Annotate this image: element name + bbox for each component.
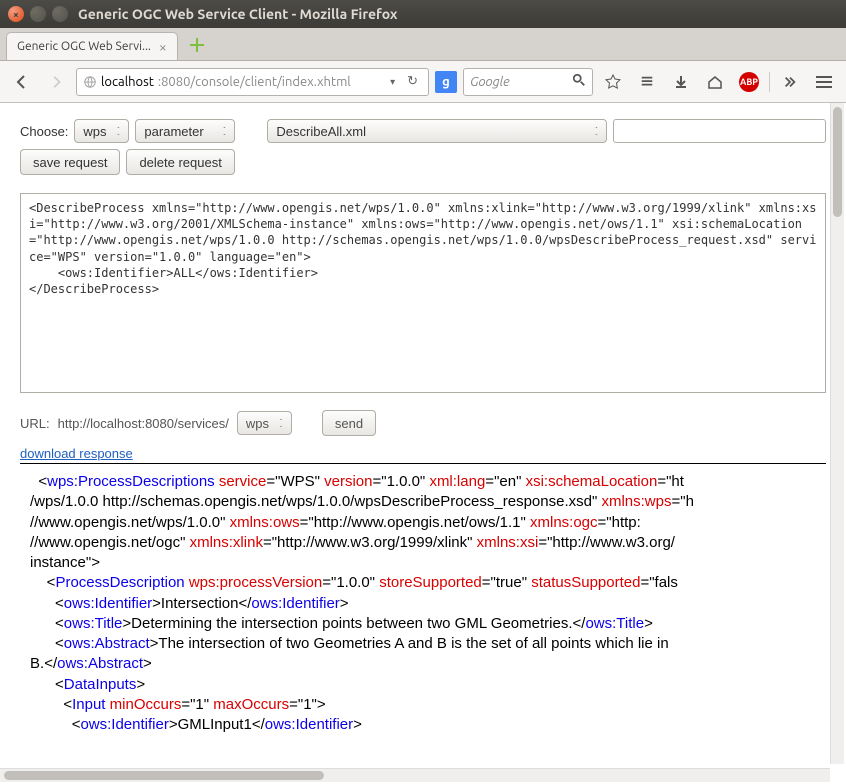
type-select[interactable]: parameter	[135, 119, 235, 143]
window-titlebar: × Generic OGC Web Service Client - Mozil…	[0, 0, 846, 28]
endpoint-select[interactable]: wps	[237, 411, 292, 435]
search-placeholder: Google	[470, 75, 510, 89]
browser-tab[interactable]: Generic OGC Web Servi... ×	[6, 32, 178, 60]
delete-request-button[interactable]: delete request	[126, 149, 234, 175]
arrow-left-icon	[14, 74, 30, 90]
url-dropdown-icon[interactable]: ▾	[386, 76, 399, 88]
url-host: localhost	[101, 75, 154, 89]
browser-navbar: localhost :8080/console/client/index.xhtm…	[0, 61, 846, 103]
globe-icon	[83, 75, 97, 89]
extra-input[interactable]	[613, 119, 826, 143]
tab-title: Generic OGC Web Servi...	[17, 40, 151, 53]
browser-tabbar: Generic OGC Web Servi... ×	[0, 28, 846, 61]
url-path: :8080/console/client/index.xhtml	[158, 75, 351, 89]
window-maximize-button[interactable]	[52, 6, 68, 22]
window-close-button[interactable]: ×	[8, 6, 24, 22]
download-response-link[interactable]: download response	[20, 446, 133, 461]
overflow-button[interactable]	[776, 68, 804, 96]
new-tab-button[interactable]	[186, 34, 208, 56]
vertical-scrollbar[interactable]	[830, 103, 844, 764]
back-button[interactable]	[8, 68, 36, 96]
star-icon	[605, 74, 621, 90]
reader-button[interactable]	[633, 68, 661, 96]
service-select[interactable]: wps	[74, 119, 129, 143]
page-content: Choose: wps parameter DescribeAll.xml sa…	[0, 103, 846, 784]
save-request-button[interactable]: save request	[20, 149, 120, 175]
arrow-right-icon	[49, 75, 63, 89]
vertical-scroll-thumb[interactable]	[833, 107, 842, 217]
menu-button[interactable]	[810, 68, 838, 96]
tab-close-icon[interactable]: ×	[159, 39, 167, 55]
adblock-button[interactable]: ABP	[735, 68, 763, 96]
plus-icon	[190, 38, 204, 52]
send-button[interactable]: send	[322, 410, 376, 436]
home-icon	[707, 74, 723, 90]
window-minimize-button[interactable]	[30, 6, 46, 22]
download-icon	[673, 74, 689, 90]
list-icon	[640, 75, 654, 89]
choose-label: Choose:	[20, 124, 68, 139]
search-engine-icon[interactable]: g	[435, 71, 457, 93]
file-select[interactable]: DescribeAll.xml	[267, 119, 607, 143]
search-box[interactable]: Google	[463, 68, 593, 96]
url-value: http://localhost:8080/services/	[58, 416, 229, 431]
home-button[interactable]	[701, 68, 729, 96]
hamburger-icon	[812, 72, 836, 92]
horizontal-scroll-thumb[interactable]	[4, 771, 324, 780]
search-icon[interactable]	[572, 73, 586, 90]
url-bar[interactable]: localhost :8080/console/client/index.xhtm…	[76, 68, 429, 96]
request-textarea[interactable]	[20, 193, 826, 393]
adblock-icon: ABP	[739, 72, 759, 92]
reload-icon[interactable]: ↻	[403, 74, 422, 89]
downloads-button[interactable]	[667, 68, 695, 96]
star-button[interactable]	[599, 68, 627, 96]
response-viewer: <wps:ProcessDescriptions service="WPS" v…	[20, 472, 826, 735]
forward-button[interactable]	[42, 68, 70, 96]
window-title: Generic OGC Web Service Client - Mozilla…	[78, 6, 398, 22]
url-label: URL:	[20, 416, 50, 431]
horizontal-scrollbar[interactable]	[0, 768, 830, 782]
chevron-double-right-icon	[783, 75, 797, 89]
divider	[20, 463, 826, 464]
